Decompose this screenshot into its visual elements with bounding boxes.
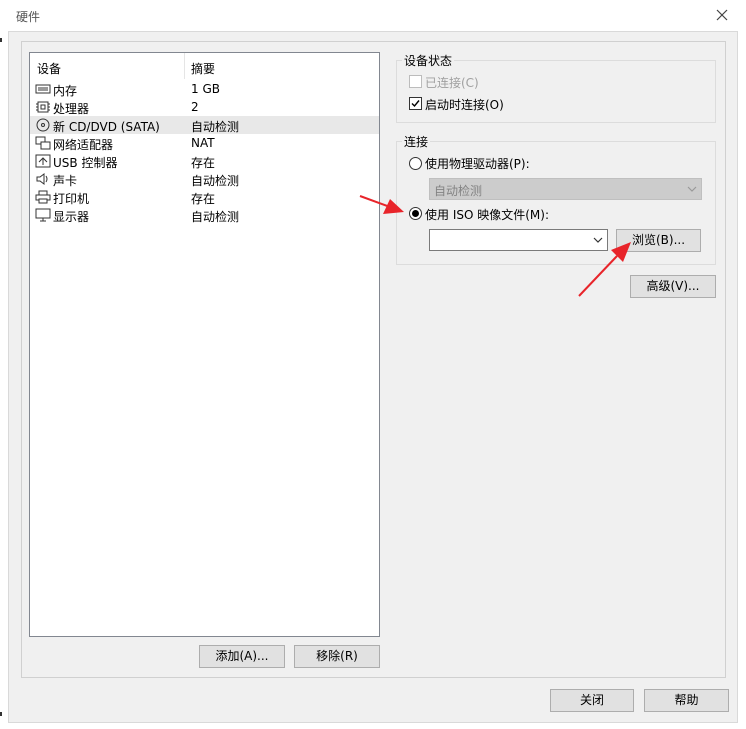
advanced-button[interactable]: 高级(V)... [630,275,716,298]
close-icon[interactable] [712,5,732,25]
physical-drive-select-value: 自动检测 [434,184,483,198]
device-name: 新 CD/DVD (SATA) [53,120,160,134]
device-summary: 存在 [191,192,216,206]
close-button[interactable]: 关闭 [550,689,634,712]
chevron-down-icon [687,186,697,192]
sound-card-icon [36,173,48,185]
device-summary: 自动检测 [191,120,240,134]
device-row-display[interactable]: 显示器 自动检测 [30,206,379,224]
device-list[interactable]: 设备 摘要 内存 1 GB 处理器 2 新 CD/DVD (SATA) 自动检测… [29,52,380,637]
help-button[interactable]: 帮助 [644,689,729,712]
device-row-network-adapter[interactable]: 网络适配器 NAT [30,134,379,152]
device-name: 处理器 [53,102,90,116]
column-header-device[interactable]: 设备 [37,60,61,77]
physical-drive-radio[interactable] [409,157,422,170]
connect-at-power-on-label: 启动时连接(O) [425,98,504,112]
device-status-title: 设备状态 [402,52,455,69]
device-row-cd-dvd[interactable]: 新 CD/DVD (SATA) 自动检测 [30,116,379,134]
usb-controller-icon [35,154,51,168]
device-name: 显示器 [53,210,90,224]
device-summary: 自动检测 [191,210,240,224]
connected-checkbox[interactable] [409,75,422,88]
checkmark-icon [411,100,420,108]
column-divider[interactable] [184,53,185,79]
physical-drive-label: 使用物理驱动器(P): [425,157,530,171]
edge-mark [0,712,2,716]
column-header-summary[interactable]: 摘要 [191,60,215,77]
device-row-processor[interactable]: 处理器 2 [30,98,379,116]
browse-button[interactable]: 浏览(B)... [616,229,701,252]
iso-image-radio[interactable] [409,207,422,220]
edge-mark [0,38,2,42]
device-summary: 2 [191,100,199,114]
iso-path-combobox[interactable] [429,229,608,251]
memory-icon [35,84,51,94]
device-name: 打印机 [53,192,90,206]
printer-icon [35,190,51,204]
network-adapter-icon [35,136,51,150]
title-bar: 硬件 [0,0,746,31]
device-row-printer[interactable]: 打印机 存在 [30,188,379,206]
connect-at-power-on-checkbox[interactable] [409,97,422,110]
device-list-header: 设备 摘要 [30,53,379,80]
cd-dvd-icon [36,118,50,132]
device-name: 网络适配器 [53,138,114,152]
device-summary: 1 GB [191,82,220,96]
device-name: 内存 [53,84,78,98]
connection-title: 连接 [402,133,431,150]
chevron-down-icon[interactable] [593,236,603,244]
device-name: 声卡 [53,174,78,188]
physical-drive-select[interactable]: 自动检测 [429,178,702,200]
device-summary: 自动检测 [191,174,240,188]
device-summary: NAT [191,136,215,150]
device-row-sound-card[interactable]: 声卡 自动检测 [30,170,379,188]
device-row-memory[interactable]: 内存 1 GB [30,80,379,98]
device-summary: 存在 [191,156,216,170]
device-row-usb-controller[interactable]: USB 控制器 存在 [30,152,379,170]
iso-image-label: 使用 ISO 映像文件(M): [425,208,549,222]
remove-button[interactable]: 移除(R) [294,645,380,668]
window-title: 硬件 [16,10,41,24]
processor-icon [36,101,50,113]
connected-label: 已连接(C) [425,76,479,90]
display-icon [35,208,51,222]
device-status-group [396,60,716,123]
add-button[interactable]: 添加(A)... [199,645,285,668]
device-name: USB 控制器 [53,156,118,170]
